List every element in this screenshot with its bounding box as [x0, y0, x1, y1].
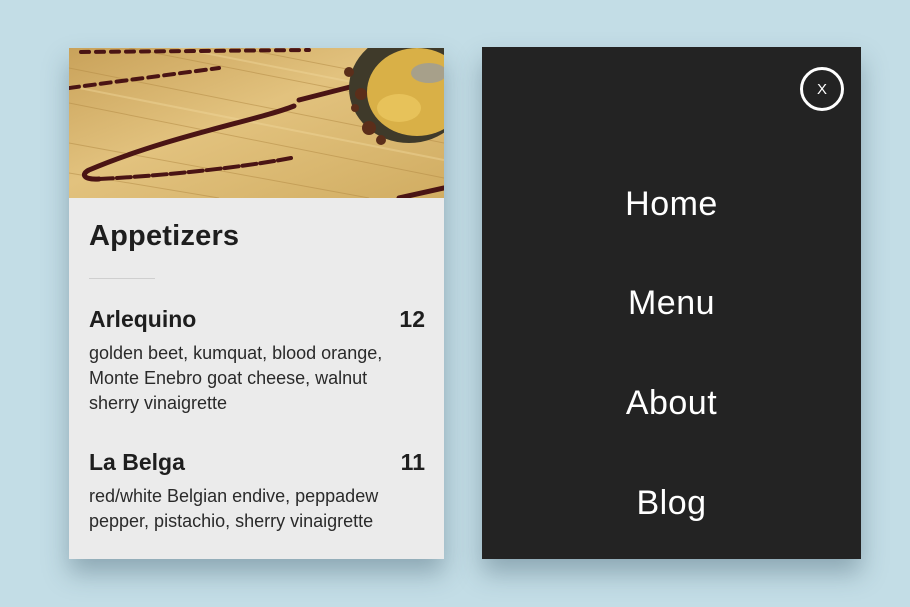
nav-item-about[interactable]: About [482, 384, 861, 423]
item-name: La Belga [89, 449, 185, 475]
menu-card: Appetizers Arlequino 12 golden beet, kum… [69, 48, 444, 559]
nav-overlay-panel: X Home Menu About Blog [482, 47, 861, 559]
close-icon: X [816, 80, 827, 98]
item-description: red/white Belgian endive, peppadew peppe… [89, 486, 379, 531]
item-price: 11 [400, 449, 425, 475]
item-description: golden beet, kumquat, blood orange, Mont… [89, 343, 383, 413]
close-button[interactable]: X [800, 67, 844, 111]
item-name: Arlequino [89, 306, 197, 332]
nav-item-menu[interactable]: Menu [482, 284, 861, 323]
title-divider [89, 278, 155, 279]
nav-item-blog[interactable]: Blog [482, 484, 861, 523]
item-price: 12 [399, 306, 425, 332]
section-title: Appetizers [89, 220, 240, 252]
food-photo [69, 48, 444, 198]
nav-item-home[interactable]: Home [482, 185, 861, 224]
